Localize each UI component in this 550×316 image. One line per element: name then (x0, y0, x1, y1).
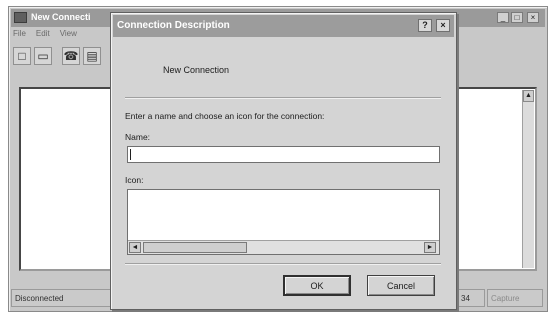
connection-description-dialog: Connection Description ? × New Connectio… (110, 12, 457, 310)
toolbar-separator (55, 47, 59, 69)
divider-bottom (125, 263, 441, 265)
divider-top (125, 97, 441, 99)
vertical-scrollbar[interactable]: ▲ (522, 90, 534, 268)
toolbar: □ ▭ ☎ ▤ (13, 47, 101, 69)
menu-view[interactable]: View (60, 29, 77, 43)
name-label: Name: (125, 132, 151, 142)
help-button[interactable]: ? (418, 19, 432, 32)
scroll-up-icon[interactable]: ▲ (523, 90, 534, 102)
close-button[interactable]: × (527, 12, 539, 23)
minimize-button[interactable]: _ (497, 12, 509, 23)
dialog-close-button[interactable]: × (436, 19, 450, 32)
horizontal-scrollbar[interactable]: ◄ ► (128, 240, 439, 254)
ok-button[interactable]: OK (283, 275, 351, 296)
scroll-right-icon[interactable]: ► (424, 242, 436, 253)
icon-list[interactable]: ◄ ► (127, 189, 440, 255)
icon-label: Icon: (125, 175, 144, 185)
cancel-button[interactable]: Cancel (367, 275, 435, 296)
dialog-titlebar[interactable]: Connection Description ? × (113, 15, 454, 37)
properties-icon[interactable]: ☎ (62, 47, 80, 65)
name-input[interactable] (127, 146, 440, 163)
connection-name-heading: New Connection (163, 65, 230, 75)
menu-bar: File Edit View (13, 29, 77, 43)
scroll-thumb[interactable] (143, 242, 247, 253)
dialog-title: Connection Description (117, 20, 230, 31)
status-connection: Disconnected (11, 289, 113, 307)
instructions-text: Enter a name and choose an icon for the … (125, 111, 325, 121)
new-icon[interactable]: □ (13, 47, 31, 65)
main-window-title: New Connecti (31, 12, 91, 22)
menu-edit[interactable]: Edit (36, 29, 50, 43)
maximize-button[interactable]: □ (511, 12, 523, 23)
open-icon[interactable]: ▭ (34, 47, 52, 65)
text-caret (130, 149, 131, 160)
scroll-left-icon[interactable]: ◄ (129, 242, 141, 253)
status-time: 34 (457, 289, 485, 307)
menu-file[interactable]: File (13, 29, 26, 43)
app-icon (14, 12, 27, 23)
status-capture: Capture (487, 289, 543, 307)
print-icon[interactable]: ▤ (83, 47, 101, 65)
